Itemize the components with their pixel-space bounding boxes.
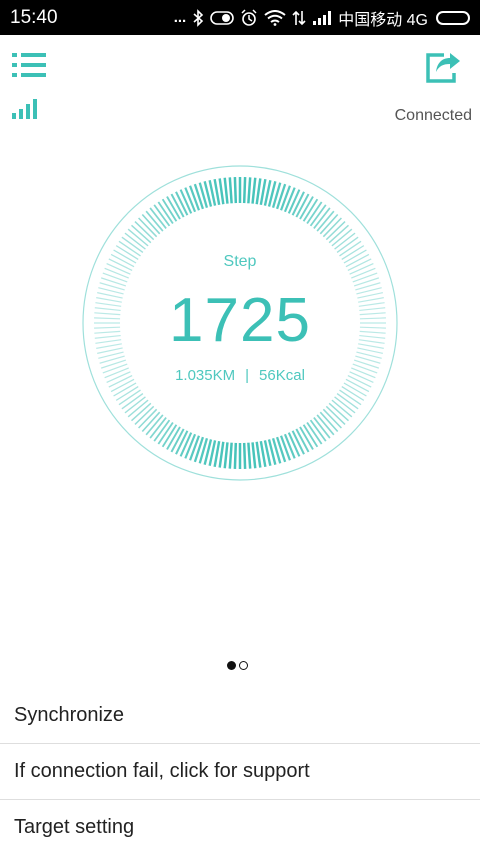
gauge-tick: [352, 272, 378, 283]
gauge-tick: [259, 179, 267, 206]
battery-icon: [436, 10, 470, 25]
bluetooth-icon: [192, 8, 204, 27]
page-dot-inactive: [239, 661, 248, 670]
gauge-tick: [228, 177, 233, 204]
gauge-tick: [255, 178, 262, 205]
gauge-tick: [247, 177, 252, 204]
data-transfer-icon: [292, 10, 306, 26]
gauge-tick: [228, 442, 233, 469]
page-dot-active: [227, 661, 236, 670]
status-bar: 15:40 ... 中国移动 4G: [0, 0, 480, 35]
page-indicator: [227, 661, 248, 670]
step-count: 1725: [169, 286, 311, 355]
support-button[interactable]: If connection fail, click for support: [0, 744, 480, 799]
gauge-tick: [223, 442, 229, 469]
summary-separator: |: [245, 367, 250, 384]
gauge-tick: [283, 187, 296, 213]
gauge-tick: [259, 440, 267, 467]
gauge-tick: [218, 178, 225, 205]
gauge-tick: [213, 440, 221, 467]
list-menu-icon[interactable]: [12, 50, 48, 82]
gauge-tick: [218, 441, 225, 468]
carrier-name: 中国移动 4G: [338, 11, 428, 29]
status-dots: ...: [173, 9, 187, 26]
status-icons: ... 中国移动 4G: [174, 6, 470, 30]
gauge-tick: [247, 442, 252, 469]
gauge-tick: [213, 179, 221, 206]
gauge-tick: [184, 433, 197, 459]
vibrate-toggle-icon: [210, 10, 235, 26]
step-summary: 1.035KM | 56Kcal: [80, 367, 400, 384]
gauge-tick: [242, 177, 247, 204]
status-time: 15:40: [10, 6, 58, 28]
cell-signal-icon: [312, 10, 332, 26]
gauge-tick: [233, 177, 238, 204]
gauge-tick: [242, 442, 247, 469]
gauge-tick: [233, 442, 238, 469]
synchronize-button[interactable]: Synchronize: [0, 688, 480, 743]
gauge-tick: [223, 177, 229, 204]
connection-status: Connected: [394, 107, 472, 124]
action-list: Synchronize If connection fail, click fo…: [0, 688, 480, 855]
alarm-icon: [240, 8, 258, 27]
share-export-icon[interactable]: [424, 47, 462, 85]
distance-value: 1.035KM: [175, 367, 236, 384]
signal-strength-icon: [12, 99, 40, 121]
gauge-tick: [251, 177, 257, 204]
calories-value: 56Kcal: [259, 367, 305, 384]
gauge-tick: [255, 441, 262, 468]
gauge-tick: [251, 442, 257, 469]
gauge-tick: [102, 272, 128, 283]
target-setting-button[interactable]: Target setting: [0, 800, 480, 855]
gauge-tick: [184, 187, 197, 213]
gauge-tick: [283, 433, 296, 459]
step-label: Step: [223, 253, 257, 270]
wifi-icon: [264, 9, 286, 26]
